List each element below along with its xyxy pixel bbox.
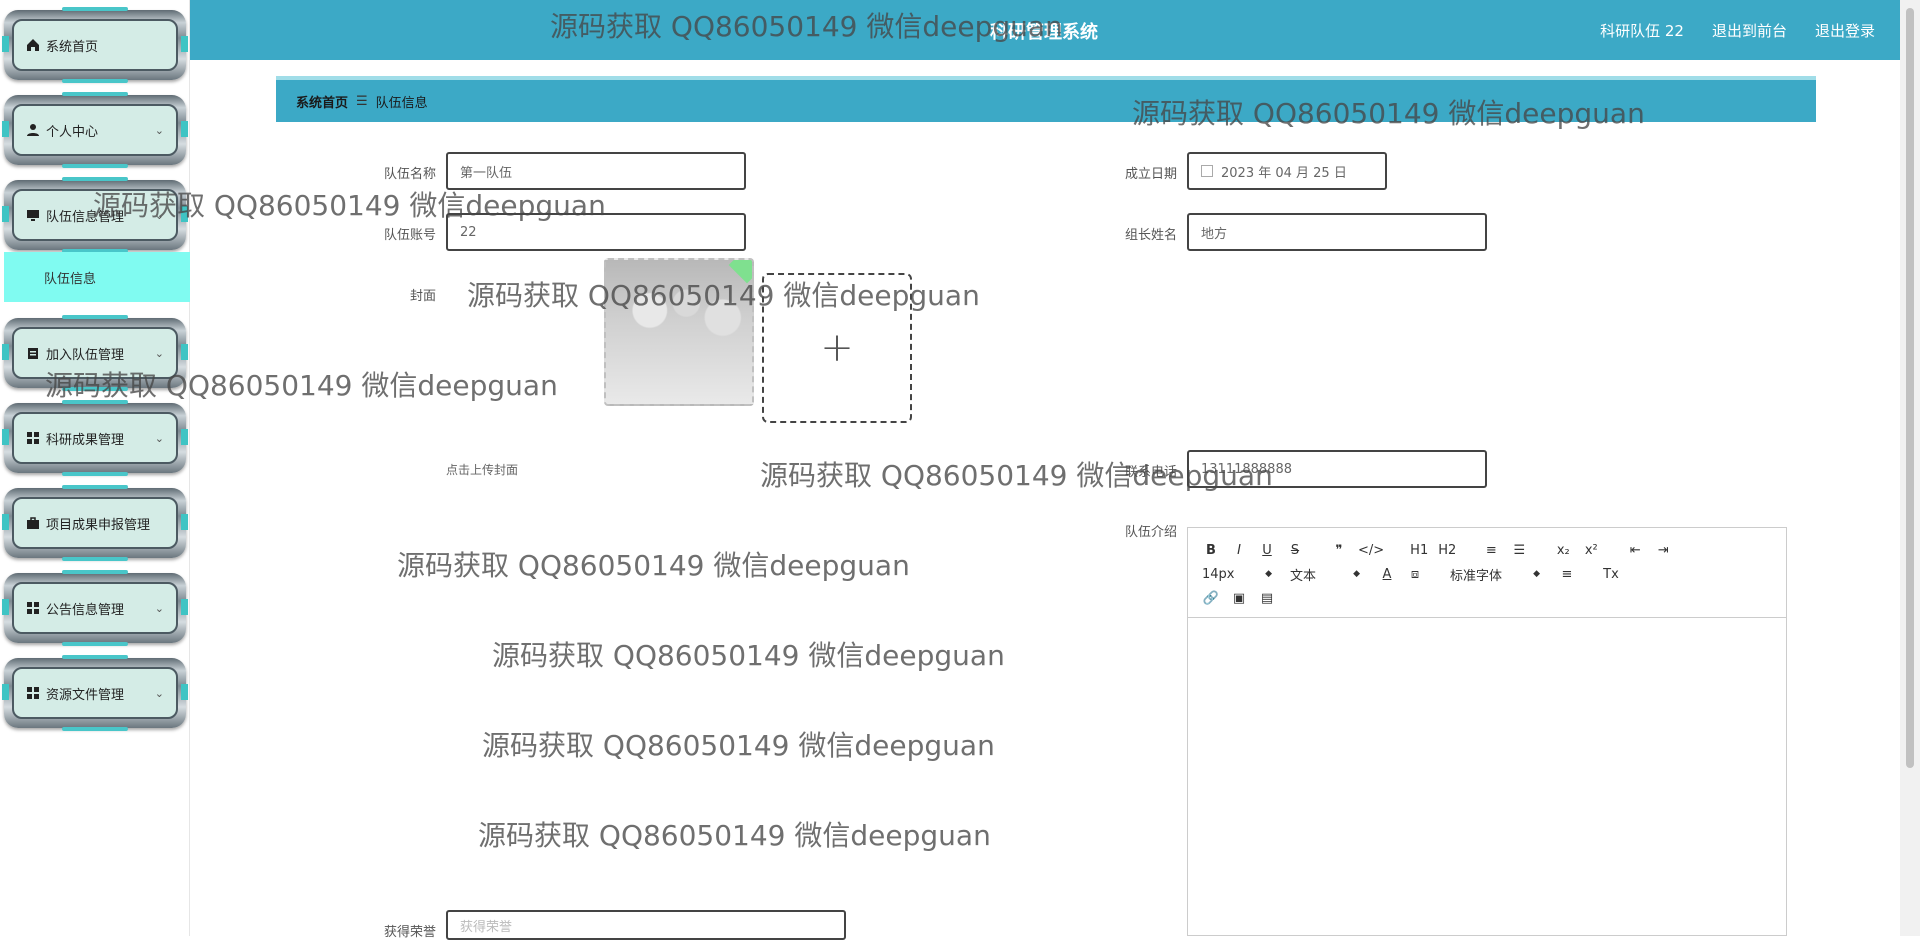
font-family-value: 标准字体 xyxy=(1450,568,1503,584)
strike-button[interactable]: S xyxy=(1286,540,1304,560)
chevron-down-icon: ⌄ xyxy=(154,601,164,615)
chevron-down-icon: ⌄ xyxy=(154,346,164,360)
editor-toolbar: B I U S ❞ </> H1 H2 ≡ ☰ x₂ x² ⇤ ⇥ 14px ◆ … xyxy=(1188,528,1786,618)
phone-label: 联系电话 xyxy=(1124,465,1177,480)
submenu-team-info[interactable]: 队伍信息 xyxy=(4,252,190,302)
home-icon xyxy=(26,38,40,52)
bold-button[interactable]: B xyxy=(1202,540,1220,560)
outdent-button[interactable]: ⇤ xyxy=(1626,540,1644,560)
intro-rich-editor[interactable]: B I U S ❞ </> H1 H2 ≡ ☰ x₂ x² ⇤ ⇥ 14px ◆ … xyxy=(1187,527,1787,936)
briefcase-icon xyxy=(26,516,40,530)
logout-link[interactable]: 退出登录 xyxy=(1815,20,1875,41)
header-select[interactable]: 文本 ◆ xyxy=(1290,565,1360,584)
sidebar-item-join-team[interactable]: 加入队伍管理 ⌄ xyxy=(2,315,188,388)
breadcrumb-separator-icon: ☰ xyxy=(356,93,368,109)
cover-badge xyxy=(728,260,752,284)
intro-label: 队伍介绍 xyxy=(1124,525,1177,540)
phone-field[interactable]: 13111888888 xyxy=(1187,450,1487,488)
superscript-button[interactable]: x² xyxy=(1582,540,1600,560)
blockquote-button[interactable]: ❞ xyxy=(1330,540,1348,560)
grid-icon xyxy=(26,686,40,700)
team-name-field[interactable]: 第一队伍 xyxy=(446,152,746,190)
sidebar-item-resource-files[interactable]: 资源文件管理 ⌄ xyxy=(2,655,188,728)
chevron-down-icon: ⌄ xyxy=(154,686,164,700)
honor-label: 获得荣誉 xyxy=(383,925,436,940)
cover-image[interactable] xyxy=(604,258,754,406)
sidebar-item-project-declaration[interactable]: 项目成果申报管理 xyxy=(2,485,188,558)
page-scrollbar[interactable] xyxy=(1900,0,1920,936)
font-family-select[interactable]: 标准字体 ◆ xyxy=(1450,565,1540,584)
leader-label: 组长姓名 xyxy=(1124,228,1177,243)
grid-icon xyxy=(26,431,40,445)
breadcrumb-current: 队伍信息 xyxy=(375,95,428,111)
subscript-button[interactable]: x₂ xyxy=(1554,540,1572,560)
chevron-down-icon: ⌄ xyxy=(154,431,164,445)
sidebar-item-research-results[interactable]: 科研成果管理 ⌄ xyxy=(2,400,188,473)
font-size-value: 14px xyxy=(1202,566,1235,582)
chevron-down-icon: ⌄ xyxy=(154,123,164,137)
italic-button[interactable]: I xyxy=(1230,540,1248,560)
sidebar-item-home[interactable]: 系统首页 xyxy=(2,7,188,80)
header-select-value: 文本 xyxy=(1290,568,1317,584)
user-team-link[interactable]: 科研队伍 22 xyxy=(1600,20,1684,41)
link-icon[interactable]: 🔗 xyxy=(1202,588,1220,608)
found-date-label: 成立日期 xyxy=(1124,167,1177,182)
team-account-field[interactable]: 22 xyxy=(446,213,746,251)
code-button[interactable]: </> xyxy=(1358,540,1384,560)
h2-button[interactable]: H2 xyxy=(1438,540,1456,560)
calendar-icon xyxy=(1201,165,1213,177)
watermark: 源码获取 QQ86050149 微信deepguan xyxy=(478,819,991,852)
monitor-icon xyxy=(26,208,40,222)
app-title: 科研管理系统 xyxy=(990,22,1098,43)
sidebar-item-announcements[interactable]: 公告信息管理 ⌄ xyxy=(2,570,188,643)
breadcrumb: 系统首页 ☰ 队伍信息 xyxy=(276,76,1816,122)
editor-content-area[interactable] xyxy=(1188,618,1786,936)
scroll-thumb[interactable] xyxy=(1906,8,1914,768)
bullet-list-button[interactable]: ☰ xyxy=(1510,540,1528,560)
found-date-field[interactable]: 2023 年 04 月 25 日 xyxy=(1187,152,1387,190)
watermark: 源码获取 QQ86050149 微信deepguan xyxy=(482,729,995,762)
leader-value: 地方 xyxy=(1201,226,1228,242)
font-color-button[interactable]: A xyxy=(1378,564,1396,584)
watermark: 源码获取 QQ86050149 微信deepguan xyxy=(492,639,1005,672)
upload-cover-button[interactable]: + xyxy=(762,273,912,423)
chevron-down-icon: ⌄ xyxy=(154,208,164,222)
video-icon[interactable]: ▤ xyxy=(1258,588,1276,608)
watermark: 源码获取 QQ86050149 微信deepguan xyxy=(397,549,910,582)
top-header: 科研管理系统 科研队伍 22 退出到前台 退出登录 xyxy=(190,0,1900,60)
align-button[interactable]: ≡ xyxy=(1558,564,1576,584)
clear-format-button[interactable]: Tx xyxy=(1602,564,1620,584)
leader-field[interactable]: 地方 xyxy=(1187,213,1487,251)
ordered-list-button[interactable]: ≡ xyxy=(1482,540,1500,560)
sidebar-item-team-info[interactable]: 队伍信息管理 ⌄ xyxy=(2,177,188,250)
upload-hint: 点击上传封面 xyxy=(446,463,519,477)
user-icon xyxy=(26,123,40,137)
background-color-button[interactable]: ⧈ xyxy=(1406,564,1424,584)
underline-button[interactable]: U xyxy=(1258,540,1276,560)
image-icon[interactable]: ▣ xyxy=(1230,588,1248,608)
cover-label: 封面 xyxy=(409,289,436,304)
clipboard-icon xyxy=(26,346,40,360)
h1-button[interactable]: H1 xyxy=(1410,540,1428,560)
team-account-label: 队伍账号 xyxy=(383,228,436,243)
honor-placeholder: 获得荣誉 xyxy=(460,919,513,935)
phone-value: 13111888888 xyxy=(1201,461,1292,477)
font-size-select[interactable]: 14px ◆ xyxy=(1202,567,1272,582)
sidebar: 系统首页 个人中心 ⌄ 队伍信息管理 ⌄ 队伍信息 加入队伍管理 ⌄ 科研成果管… xyxy=(0,0,190,936)
back-to-front-link[interactable]: 退出到前台 xyxy=(1712,20,1787,41)
found-date-value: 2023 年 04 月 25 日 xyxy=(1221,165,1347,181)
plus-icon: + xyxy=(820,325,854,371)
team-name-value: 第一队伍 xyxy=(460,165,513,181)
team-name-label: 队伍名称 xyxy=(383,167,436,182)
indent-button[interactable]: ⇥ xyxy=(1654,540,1672,560)
grid-icon xyxy=(26,601,40,615)
breadcrumb-home[interactable]: 系统首页 xyxy=(296,92,348,111)
team-account-value: 22 xyxy=(460,224,477,240)
sidebar-item-personal[interactable]: 个人中心 ⌄ xyxy=(2,92,188,165)
